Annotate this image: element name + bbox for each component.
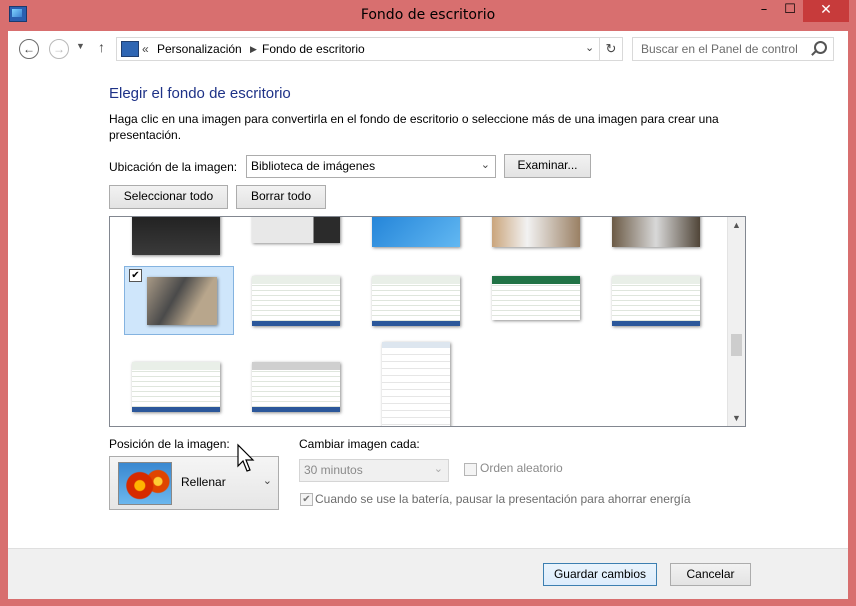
window-client-area: ← → ▼ ↑ « Personalización ▶ Fondo de esc… [8,31,848,599]
picture-thumbnail[interactable] [612,217,700,247]
picture-thumbnail[interactable] [252,362,340,412]
picture-location-select[interactable]: Biblioteca de imágenes ⌄ [246,155,496,178]
picture-thumbnail[interactable] [252,276,340,326]
shuffle-checkbox[interactable] [464,463,477,476]
chevron-down-icon: ⌄ [480,159,490,171]
close-button[interactable]: ✕ [803,0,849,22]
address-history-chevron-icon[interactable]: ⌄ [585,41,594,54]
address-box[interactable]: « Personalización ▶ Fondo de escritorio … [116,37,623,61]
picture-position-label: Posición de la imagen: [109,437,230,451]
mouse-pointer-icon [237,443,255,472]
refresh-icon[interactable]: ↻ [599,38,622,60]
select-all-button[interactable]: Seleccionar todo [109,185,228,209]
picture-thumbnail[interactable] [252,217,340,243]
picture-thumbnail[interactable] [147,277,217,325]
cancel-button[interactable]: Cancelar [670,563,751,586]
browse-button[interactable]: Examinar... [504,154,591,178]
page-description: Haga clic en una imagen para convertirla… [109,112,719,142]
minimize-button[interactable]: – [751,0,777,22]
up-button[interactable]: ↑ [98,39,105,55]
window-title: Fondo de escritorio [360,7,496,23]
picture-thumbnail[interactable] [382,342,450,426]
maximize-button[interactable]: ☐ [777,0,803,22]
shuffle-label[interactable]: Orden aleatorio [480,461,563,475]
breadcrumb-personalization[interactable]: Personalización [157,42,242,56]
title-bar: Fondo de escritorio – ☐ ✕ [0,0,856,32]
battery-pause-label[interactable]: Cuando se use la batería, pausar la pres… [315,492,691,506]
scroll-up-icon[interactable]: ▲ [732,220,741,230]
picture-location-label: Ubicación de la imagen: [109,160,238,174]
clear-all-button[interactable]: Borrar todo [236,185,326,209]
search-input[interactable]: Buscar en el Panel de control [632,37,834,61]
selected-thumbnail-frame[interactable]: ✔ [124,266,234,335]
page-title: Elegir el fondo de escritorio [109,85,291,102]
picture-thumbnail[interactable] [372,217,460,247]
recent-locations-chevron-icon[interactable]: ▼ [76,41,85,51]
window-frame: Fondo de escritorio – ☐ ✕ ← → ▼ ↑ « Pers… [0,0,856,606]
scrollbar-thumb[interactable] [731,334,742,356]
picture-position-value: Rellenar [181,475,226,489]
change-interval-select[interactable]: 30 minutos ⌄ [299,459,449,482]
picture-thumbnail[interactable] [492,217,580,247]
search-icon[interactable] [814,41,827,54]
position-preview-image [118,462,172,505]
battery-pause-checkbox[interactable]: ✔ [300,493,313,506]
chevron-down-icon: ⌄ [433,463,443,475]
navigation-bar: ← → ▼ ↑ « Personalización ▶ Fondo de esc… [8,31,848,67]
search-placeholder: Buscar en el Panel de control [641,42,798,56]
breadcrumb-desktop-background[interactable]: Fondo de escritorio [262,42,365,56]
picture-thumbnail[interactable] [612,276,700,326]
breadcrumb-separator-icon[interactable]: ▶ [250,44,257,55]
picture-gallery[interactable]: ✔ ▲ ▼ [109,216,746,427]
chevron-down-icon: ⌄ [262,475,272,487]
scroll-down-icon[interactable]: ▼ [732,413,741,423]
change-interval-value: 30 minutos [304,463,363,477]
picture-thumbnail[interactable] [492,276,580,320]
picture-thumbnail[interactable] [132,217,220,255]
forward-button[interactable]: → [49,39,69,59]
thumbnail-checkbox[interactable]: ✔ [129,269,142,282]
change-picture-label: Cambiar imagen cada: [299,437,420,451]
breadcrumb-overflow-icon[interactable]: « [142,42,149,56]
picture-location-value: Biblioteca de imágenes [251,159,376,173]
picture-thumbnail[interactable] [372,276,460,326]
back-button[interactable]: ← [19,39,39,59]
gallery-scrollbar[interactable]: ▲ ▼ [727,217,745,426]
picture-thumbnail[interactable] [132,362,220,412]
save-changes-button[interactable]: Guardar cambios [543,563,657,586]
control-panel-icon [121,41,139,57]
